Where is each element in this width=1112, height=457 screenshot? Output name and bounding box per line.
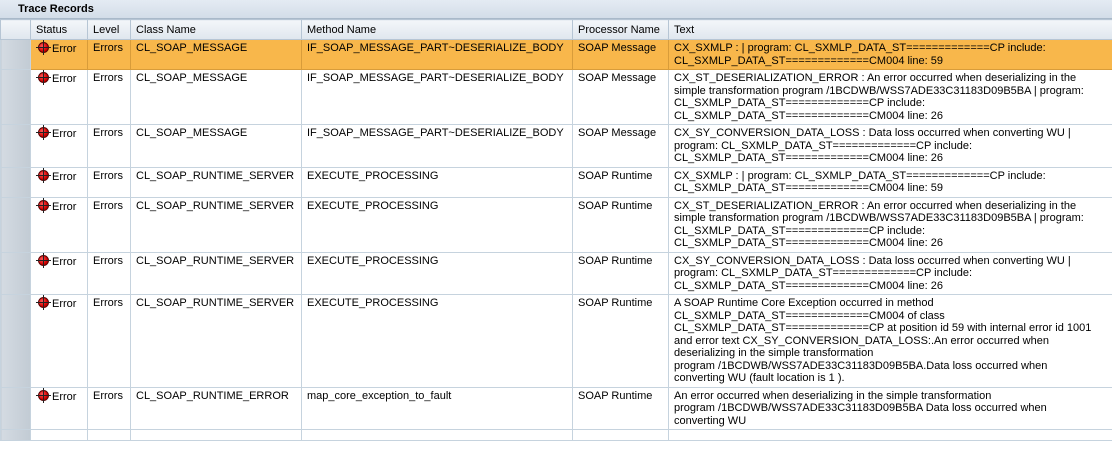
table-row[interactable]: Error Errors CL_SOAP_MESSAGE IF_SOAP_MESSAG… bbox=[0, 39, 1112, 70]
row-selector[interactable] bbox=[0, 294, 31, 388]
class-name-cell: CL_SOAP_RUNTIME_SERVER bbox=[130, 166, 302, 198]
status-text: Error bbox=[52, 128, 77, 140]
text-cell: CX_SXMLP : | program: CL_SXMLP_DATA_ST==… bbox=[668, 166, 1112, 198]
status-text: Error bbox=[52, 43, 77, 55]
status-cell: Error bbox=[30, 39, 88, 70]
level-cell: Errors bbox=[87, 69, 131, 125]
row-selector[interactable] bbox=[0, 166, 31, 198]
processor-name-cell: SOAP Runtime bbox=[572, 196, 669, 253]
error-icon bbox=[36, 168, 51, 183]
class-name-cell: CL_SOAP_MESSAGE bbox=[130, 39, 302, 70]
processor-name-cell: SOAP Runtime bbox=[572, 166, 669, 198]
error-icon bbox=[36, 387, 51, 403]
text-cell: A SOAP Runtime Core Exception occurred i… bbox=[668, 294, 1112, 388]
method-name-cell: EXECUTE_PROCESSING bbox=[301, 251, 573, 295]
column-header-text[interactable]: Text bbox=[668, 19, 1112, 40]
level-cell: Errors bbox=[87, 166, 131, 198]
column-header-class-name[interactable]: Class Name bbox=[130, 19, 302, 40]
class-name-cell: CL_SOAP_RUNTIME_SERVER bbox=[130, 196, 302, 253]
error-icon bbox=[36, 198, 51, 213]
status-cell: Error bbox=[30, 124, 88, 168]
text-cell: CX_SXMLP : | program: CL_SXMLP_DATA_ST==… bbox=[668, 39, 1112, 70]
status-cell: Error bbox=[30, 294, 88, 388]
class-name-cell: CL_SOAP_RUNTIME_ERROR bbox=[130, 386, 302, 430]
error-icon bbox=[36, 40, 51, 55]
row-selector[interactable] bbox=[0, 39, 31, 70]
method-name-cell: EXECUTE_PROCESSING bbox=[301, 196, 573, 253]
row-selector[interactable] bbox=[0, 124, 31, 168]
method-name-cell: IF_SOAP_MESSAGE_PART~DESERIALIZE_BODY bbox=[301, 69, 573, 125]
status-cell: Error bbox=[30, 166, 88, 198]
table-row[interactable]: Error Errors CL_SOAP_MESSAGE IF_SOAP_MESSAG… bbox=[0, 124, 1112, 168]
table-row[interactable]: Error Errors CL_SOAP_RUNTIME_SERVER EXECUTE… bbox=[0, 166, 1112, 198]
class-name-cell: CL_SOAP_RUNTIME_SERVER bbox=[130, 294, 302, 388]
row-selector[interactable] bbox=[0, 386, 31, 430]
status-text: Error bbox=[52, 255, 77, 268]
class-name-cell: CL_SOAP_RUNTIME_SERVER bbox=[130, 251, 302, 295]
processor-name-cell: SOAP Message bbox=[572, 124, 669, 168]
status-text: Error bbox=[52, 200, 77, 213]
level-cell: Errors bbox=[87, 196, 131, 253]
column-header-method-name[interactable]: Method Name bbox=[301, 19, 573, 40]
level-cell: Errors bbox=[87, 124, 131, 168]
processor-name-cell: SOAP Runtime bbox=[572, 251, 669, 295]
column-header-processor-name[interactable]: Processor Name bbox=[572, 19, 669, 40]
status-text: Error bbox=[52, 298, 77, 310]
class-name-cell: CL_SOAP_MESSAGE bbox=[130, 124, 302, 168]
level-cell: Errors bbox=[87, 39, 131, 70]
method-name-cell: map_core_exception_to_fault bbox=[301, 386, 573, 430]
error-icon bbox=[36, 70, 51, 85]
text-cell: CX_ST_DESERIALIZATION_ERROR : An error o… bbox=[668, 196, 1112, 253]
method-name-cell: EXECUTE_PROCESSING bbox=[301, 166, 573, 198]
row-selector bbox=[0, 429, 31, 441]
status-text: Error bbox=[52, 390, 77, 403]
column-header-level[interactable]: Level bbox=[87, 19, 131, 40]
text-cell: An error occurred when deserializing in … bbox=[668, 386, 1112, 430]
row-selector[interactable] bbox=[0, 69, 31, 125]
method-name-cell: IF_SOAP_MESSAGE_PART~DESERIALIZE_BODY bbox=[301, 39, 573, 70]
status-cell: Error bbox=[30, 196, 88, 253]
class-name-cell: CL_SOAP_MESSAGE bbox=[130, 69, 302, 125]
table-row[interactable]: Error Errors CL_SOAP_RUNTIME_SERVER EXECUTE… bbox=[0, 251, 1112, 295]
method-name-cell: IF_SOAP_MESSAGE_PART~DESERIALIZE_BODY bbox=[301, 124, 573, 168]
error-icon bbox=[36, 252, 51, 268]
table-row[interactable]: Error Errors CL_SOAP_RUNTIME_SERVER EXECUTE… bbox=[0, 196, 1112, 253]
status-cell: Error bbox=[30, 251, 88, 295]
method-name-cell: EXECUTE_PROCESSING bbox=[301, 294, 573, 388]
header-row: Status Level Class Name Method Name Proc… bbox=[0, 19, 1112, 40]
processor-name-cell: SOAP Message bbox=[572, 39, 669, 70]
processor-name-cell: SOAP Runtime bbox=[572, 386, 669, 430]
table-row[interactable]: Error Errors CL_SOAP_RUNTIME_SERVER EXECUTE… bbox=[0, 294, 1112, 388]
status-text: Error bbox=[52, 170, 77, 183]
error-icon bbox=[36, 125, 51, 140]
table-row[interactable]: Error Errors CL_SOAP_MESSAGE IF_SOAP_MESSAG… bbox=[0, 69, 1112, 125]
status-cell: Error bbox=[30, 69, 88, 125]
table-row[interactable]: Error Errors CL_SOAP_RUNTIME_ERROR map_core… bbox=[0, 386, 1112, 430]
text-cell: CX_SY_CONVERSION_DATA_LOSS : Data loss o… bbox=[668, 251, 1112, 295]
panel-title: Trace Records bbox=[0, 0, 1112, 19]
level-cell: Errors bbox=[87, 251, 131, 295]
column-header-status[interactable]: Status bbox=[30, 19, 88, 40]
status-text: Error bbox=[52, 73, 77, 85]
row-selector[interactable] bbox=[0, 196, 31, 253]
select-all-header[interactable] bbox=[0, 19, 31, 40]
status-cell: Error bbox=[30, 386, 88, 430]
trace-records-table: Status Level Class Name Method Name Proc… bbox=[0, 19, 1112, 441]
level-cell: Errors bbox=[87, 386, 131, 430]
row-selector[interactable] bbox=[0, 251, 31, 295]
processor-name-cell: SOAP Message bbox=[572, 69, 669, 125]
error-icon bbox=[36, 295, 51, 310]
empty-row bbox=[0, 429, 1112, 441]
text-cell: CX_SY_CONVERSION_DATA_LOSS : Data loss o… bbox=[668, 124, 1112, 168]
level-cell: Errors bbox=[87, 294, 131, 388]
processor-name-cell: SOAP Runtime bbox=[572, 294, 669, 388]
text-cell: CX_ST_DESERIALIZATION_ERROR : An error o… bbox=[668, 69, 1112, 125]
